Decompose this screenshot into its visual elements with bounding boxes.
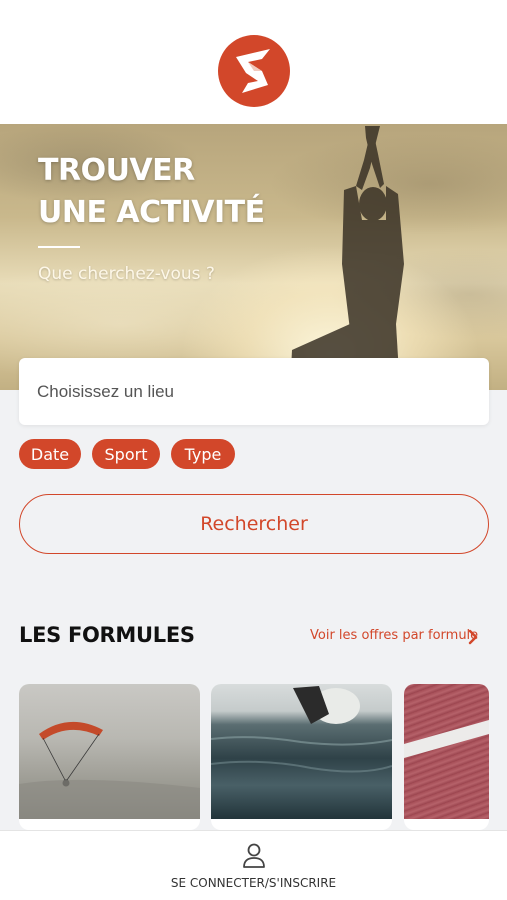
hero-divider	[38, 246, 80, 248]
search-button[interactable]: Rechercher	[19, 494, 489, 554]
see-all-formules-link[interactable]: Voir les offres par formule	[310, 628, 478, 643]
user-icon[interactable]	[242, 843, 266, 869]
paragliding-image	[19, 684, 200, 819]
hero-title: TROUVER UNE ACTIVITÉ	[38, 150, 298, 234]
filter-chip-date[interactable]: Date	[19, 439, 81, 469]
chevron-right-icon[interactable]	[466, 628, 480, 646]
formule-card-surf[interactable]	[211, 684, 392, 830]
section-title-formules: LES FORMULES	[19, 623, 195, 647]
location-input[interactable]	[37, 378, 467, 406]
location-field[interactable]	[19, 358, 489, 425]
paraglider-illustration	[19, 721, 200, 819]
top-bar	[0, 0, 507, 124]
brand-s-logo-icon[interactable]	[218, 35, 290, 107]
filter-chip-sport[interactable]: Sport	[92, 439, 160, 469]
hero-subtitle: Que cherchez-vous ?	[38, 264, 215, 284]
formule-card-paragliding[interactable]	[19, 684, 200, 830]
login-signup-link[interactable]: SE CONNECTER/S'INSCRIRE	[0, 876, 507, 890]
hero-title-line2: UNE ACTIVITÉ	[38, 195, 265, 230]
hero-banner: TROUVER UNE ACTIVITÉ Que cherchez-vous ?	[0, 124, 507, 390]
surfer-illustration	[211, 686, 392, 773]
hero-title-line1: TROUVER	[38, 153, 195, 188]
formule-card-athletics[interactable]	[404, 684, 489, 830]
filter-chip-type[interactable]: Type	[171, 439, 235, 469]
track-image	[404, 684, 489, 819]
track-lane-illustration	[404, 720, 489, 758]
surf-image	[211, 684, 392, 819]
